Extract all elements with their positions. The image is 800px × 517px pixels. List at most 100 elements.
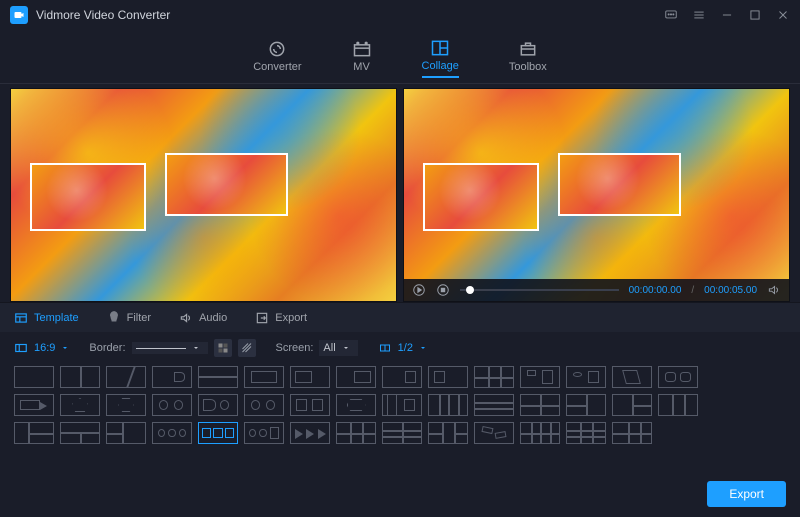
- aspect-ratio-select[interactable]: 16:9: [14, 341, 69, 355]
- chevron-down-icon: [342, 344, 350, 352]
- template-item[interactable]: [152, 394, 192, 416]
- template-item[interactable]: [428, 366, 468, 388]
- template-item[interactable]: [474, 366, 514, 388]
- template-item[interactable]: [14, 366, 54, 388]
- template-item[interactable]: [382, 394, 422, 416]
- template-item[interactable]: [290, 422, 330, 444]
- preview-area: 00:00:00.00/00:00:05.00: [0, 84, 800, 302]
- template-item[interactable]: [290, 394, 330, 416]
- border-pattern-button[interactable]: [238, 339, 256, 357]
- chevron-down-icon: [192, 344, 200, 352]
- template-item[interactable]: [612, 394, 652, 416]
- playback-track[interactable]: [460, 289, 619, 291]
- template-item[interactable]: [244, 394, 284, 416]
- export-icon: [255, 312, 269, 324]
- tab-mv[interactable]: MV: [352, 37, 372, 77]
- tab-converter[interactable]: Converter: [253, 37, 301, 77]
- template-item[interactable]: [198, 422, 238, 444]
- template-row: [14, 366, 786, 388]
- subtab-audio[interactable]: Audio: [179, 312, 227, 324]
- border-preview: [136, 348, 186, 349]
- template-item[interactable]: [382, 366, 422, 388]
- template-item[interactable]: [520, 422, 560, 444]
- template-item[interactable]: [244, 422, 284, 444]
- tab-collage[interactable]: Collage: [422, 36, 459, 78]
- toolbox-icon: [518, 41, 538, 57]
- template-row: [14, 422, 786, 444]
- sub-tabs: Template Filter Audio Export: [0, 302, 800, 332]
- menu-icon[interactable]: [692, 8, 706, 22]
- template-item[interactable]: [14, 422, 54, 444]
- template-item[interactable]: [60, 394, 100, 416]
- collage-frame-1[interactable]: [30, 163, 146, 231]
- chevron-down-icon: [61, 344, 69, 352]
- template-item[interactable]: [198, 366, 238, 388]
- main-tabs: Converter MV Collage Toolbox: [0, 30, 800, 84]
- template-item[interactable]: [658, 366, 698, 388]
- audio-icon: [179, 312, 193, 324]
- collage-editor-pane[interactable]: [10, 88, 397, 302]
- template-item[interactable]: [382, 422, 422, 444]
- template-item[interactable]: [566, 394, 606, 416]
- stop-button[interactable]: [436, 283, 450, 297]
- template-item[interactable]: [290, 366, 330, 388]
- template-item[interactable]: [336, 394, 376, 416]
- collage-preview-pane: 00:00:00.00/00:00:05.00: [403, 88, 790, 302]
- tab-toolbox[interactable]: Toolbox: [509, 37, 547, 77]
- border-color-button[interactable]: [214, 339, 232, 357]
- volume-icon[interactable]: [767, 283, 781, 297]
- preview-frame-1: [423, 163, 539, 231]
- template-item[interactable]: [474, 394, 514, 416]
- mv-icon: [352, 41, 372, 57]
- collage-icon: [430, 40, 450, 56]
- template-item[interactable]: [336, 366, 376, 388]
- template-item[interactable]: [14, 394, 54, 416]
- template-item[interactable]: [336, 422, 376, 444]
- border-label: Border:: [89, 342, 125, 354]
- subtab-filter[interactable]: Filter: [107, 312, 151, 324]
- maximize-button[interactable]: [748, 8, 762, 22]
- feedback-icon[interactable]: [664, 8, 678, 22]
- time-total: 00:00:05.00: [704, 285, 757, 296]
- template-item[interactable]: [520, 366, 560, 388]
- subtab-template[interactable]: Template: [14, 312, 79, 324]
- converter-icon: [267, 41, 287, 57]
- template-item[interactable]: [106, 422, 146, 444]
- minimize-button[interactable]: [720, 8, 734, 22]
- template-item[interactable]: [520, 394, 560, 416]
- options-bar: 16:9 Border: Screen: All 1/2: [0, 332, 800, 364]
- template-item[interactable]: [106, 394, 146, 416]
- template-item[interactable]: [60, 422, 100, 444]
- subtab-export[interactable]: Export: [255, 312, 307, 324]
- border-style-select[interactable]: [132, 342, 208, 354]
- template-row: [14, 394, 786, 416]
- play-button[interactable]: [412, 283, 426, 297]
- template-item[interactable]: [198, 394, 238, 416]
- title-bar: Vidmore Video Converter: [0, 0, 800, 30]
- export-button[interactable]: Export: [707, 481, 786, 507]
- template-item[interactable]: [474, 422, 514, 444]
- split-icon: [378, 342, 392, 354]
- template-item[interactable]: [60, 366, 100, 388]
- template-icon: [14, 312, 28, 324]
- template-item[interactable]: [244, 366, 284, 388]
- screen-label: Screen:: [276, 342, 314, 354]
- template-item[interactable]: [612, 366, 652, 388]
- template-item[interactable]: [106, 366, 146, 388]
- template-item[interactable]: [428, 422, 468, 444]
- template-item[interactable]: [152, 422, 192, 444]
- time-current: 00:00:00.00: [629, 285, 682, 296]
- collage-frame-2[interactable]: [165, 153, 288, 217]
- preview-frame-2: [558, 153, 681, 217]
- aspect-icon: [14, 341, 28, 355]
- close-button[interactable]: [776, 8, 790, 22]
- template-item[interactable]: [428, 394, 468, 416]
- split-select[interactable]: 1/2: [378, 342, 427, 354]
- template-item[interactable]: [612, 422, 652, 444]
- playback-thumb[interactable]: [466, 286, 474, 294]
- screen-select[interactable]: All: [319, 340, 357, 356]
- template-item[interactable]: [152, 366, 192, 388]
- template-item[interactable]: [658, 394, 698, 416]
- template-item[interactable]: [566, 422, 606, 444]
- template-item[interactable]: [566, 366, 606, 388]
